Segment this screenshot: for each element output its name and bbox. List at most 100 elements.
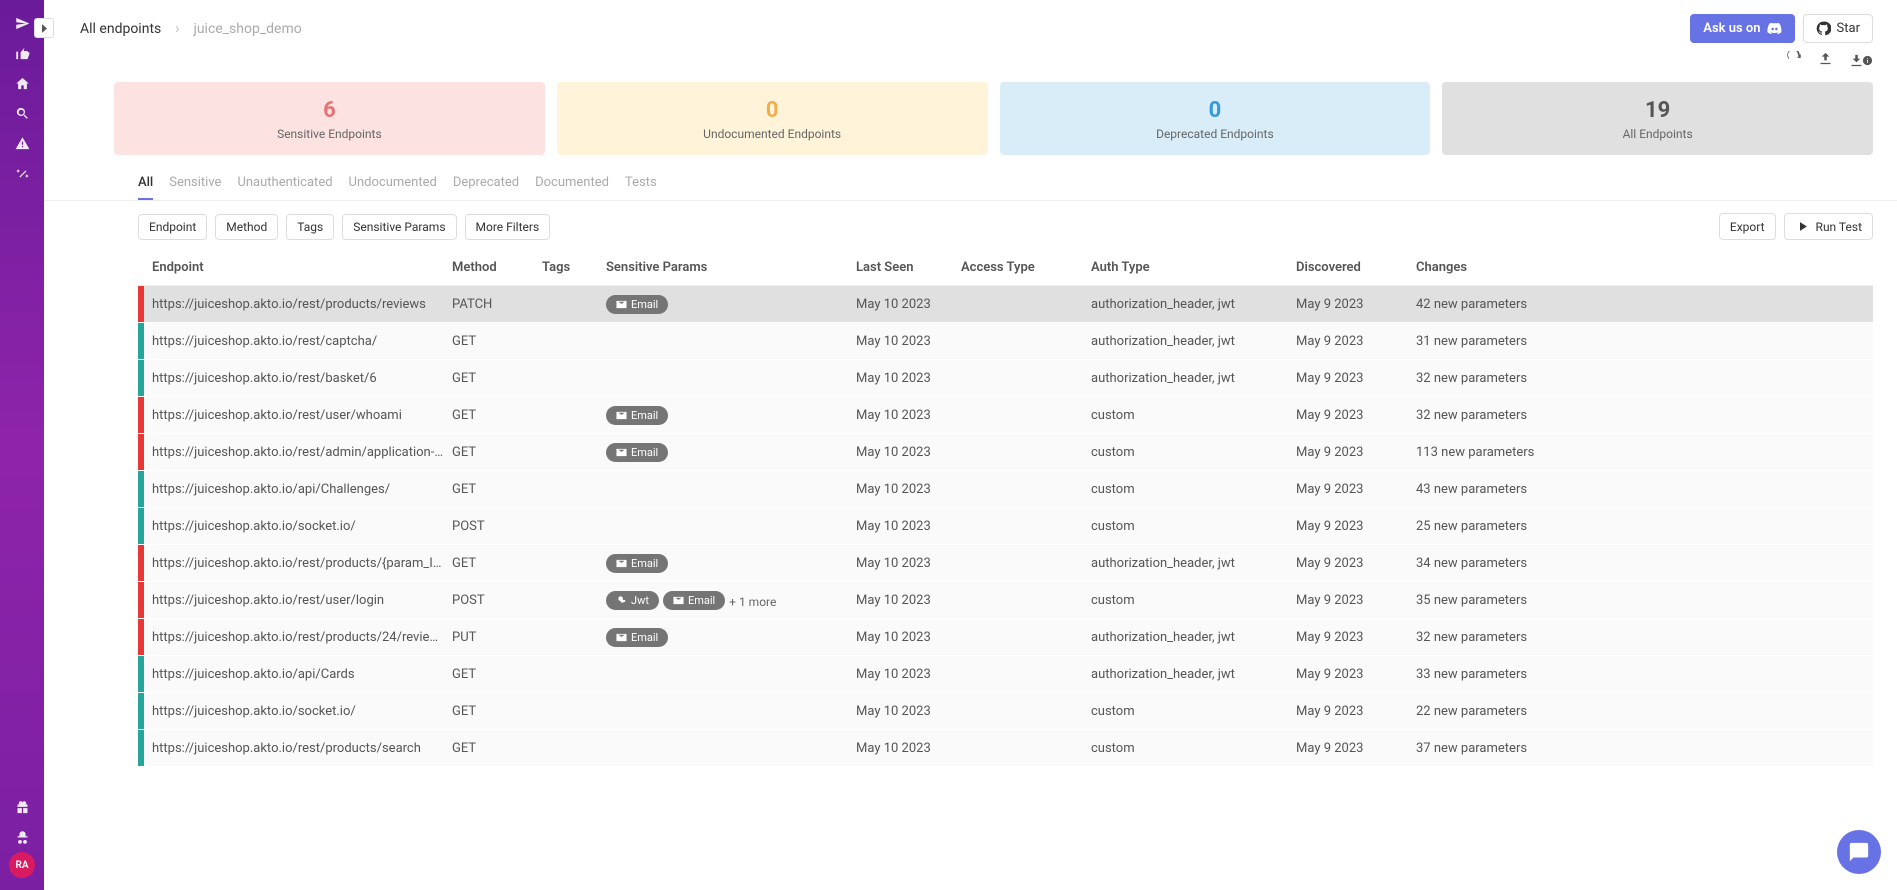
chat-fab[interactable] bbox=[1837, 830, 1881, 874]
nav-quickstart-icon[interactable] bbox=[0, 8, 44, 38]
table-row[interactable]: https://juiceshop.akto.io/rest/captcha/G… bbox=[138, 323, 1873, 360]
sensitive-chip: Email bbox=[606, 628, 668, 647]
col-sensitive-params[interactable]: Sensitive Params bbox=[606, 260, 856, 275]
cell-authtype: custom bbox=[1091, 704, 1296, 719]
cell-endpoint: https://juiceshop.akto.io/socket.io/ bbox=[152, 704, 452, 719]
card-label: Deprecated Endpoints bbox=[1010, 127, 1421, 141]
cell-method: GET bbox=[452, 556, 542, 571]
nav-gift-icon[interactable] bbox=[0, 792, 44, 822]
run-test-button[interactable]: Run Test bbox=[1784, 213, 1873, 240]
ask-us-button[interactable]: Ask us on bbox=[1690, 14, 1794, 43]
cell-authtype: authorization_header, jwt bbox=[1091, 334, 1296, 349]
cell-endpoint: https://juiceshop.akto.io/api/Cards bbox=[152, 667, 452, 682]
tab-undocumented[interactable]: Undocumented bbox=[349, 169, 437, 200]
nav-incognito-icon[interactable] bbox=[0, 822, 44, 852]
table-row[interactable]: https://juiceshop.akto.io/rest/admin/app… bbox=[138, 434, 1873, 471]
sensitive-chip: Email bbox=[606, 295, 668, 314]
cell-changes: 43 new parameters bbox=[1416, 482, 1873, 497]
col-auth-type[interactable]: Auth Type bbox=[1091, 260, 1296, 275]
play-icon bbox=[1795, 219, 1810, 234]
table-row[interactable]: https://juiceshop.akto.io/rest/basket/6G… bbox=[138, 360, 1873, 397]
cell-discovered: May 9 2023 bbox=[1296, 556, 1416, 571]
summary-card[interactable]: 0Undocumented Endpoints bbox=[557, 82, 988, 155]
cell-changes: 34 new parameters bbox=[1416, 556, 1873, 571]
cell-changes: 32 new parameters bbox=[1416, 408, 1873, 423]
cell-changes: 37 new parameters bbox=[1416, 741, 1873, 756]
export-button[interactable]: Export bbox=[1719, 213, 1776, 240]
table-row[interactable]: https://juiceshop.akto.io/rest/products/… bbox=[138, 286, 1873, 323]
filter-method[interactable]: Method bbox=[215, 214, 278, 240]
col-tags[interactable]: Tags bbox=[542, 260, 606, 275]
filter-endpoint[interactable]: Endpoint bbox=[138, 214, 207, 240]
cell-endpoint: https://juiceshop.akto.io/rest/captcha/ bbox=[152, 334, 452, 349]
refresh-icon[interactable] bbox=[1787, 51, 1802, 70]
cell-endpoint: https://juiceshop.akto.io/rest/products/… bbox=[152, 741, 452, 756]
cell-sensitive: Email bbox=[606, 406, 856, 425]
table-row[interactable]: https://juiceshop.akto.io/socket.io/GETM… bbox=[138, 693, 1873, 730]
table-row[interactable]: https://juiceshop.akto.io/socket.io/POST… bbox=[138, 508, 1873, 545]
chat-icon bbox=[1848, 841, 1870, 863]
col-method[interactable]: Method bbox=[452, 260, 542, 275]
sensitive-chip: Email bbox=[606, 554, 668, 573]
cell-endpoint: https://juiceshop.akto.io/rest/products/… bbox=[152, 297, 452, 312]
cell-authtype: custom bbox=[1091, 445, 1296, 460]
col-changes[interactable]: Changes bbox=[1416, 260, 1873, 275]
col-last-seen[interactable]: Last Seen bbox=[856, 260, 961, 275]
table-row[interactable]: https://juiceshop.akto.io/rest/user/whoa… bbox=[138, 397, 1873, 434]
cell-lastseen: May 10 2023 bbox=[856, 519, 961, 534]
upload-icon[interactable] bbox=[1818, 51, 1833, 70]
summary-card[interactable]: 6Sensitive Endpoints bbox=[114, 82, 545, 155]
cell-endpoint: https://juiceshop.akto.io/socket.io/ bbox=[152, 519, 452, 534]
cell-endpoint: https://juiceshop.akto.io/rest/basket/6 bbox=[152, 371, 452, 386]
table-row[interactable]: https://juiceshop.akto.io/api/Challenges… bbox=[138, 471, 1873, 508]
download-info-icon[interactable] bbox=[1849, 51, 1873, 70]
cell-discovered: May 9 2023 bbox=[1296, 445, 1416, 460]
tab-deprecated[interactable]: Deprecated bbox=[453, 169, 519, 200]
nav-home-icon[interactable] bbox=[0, 68, 44, 98]
tab-documented[interactable]: Documented bbox=[535, 169, 609, 200]
cell-method: GET bbox=[452, 334, 542, 349]
filter-sensitive-params[interactable]: Sensitive Params bbox=[342, 214, 456, 240]
col-access-type[interactable]: Access Type bbox=[961, 260, 1091, 275]
nav-thumbsup-icon[interactable] bbox=[0, 38, 44, 68]
cell-lastseen: May 10 2023 bbox=[856, 445, 961, 460]
cell-endpoint: https://juiceshop.akto.io/api/Challenges… bbox=[152, 482, 452, 497]
cell-lastseen: May 10 2023 bbox=[856, 297, 961, 312]
cell-changes: 35 new parameters bbox=[1416, 593, 1873, 608]
cell-authtype: authorization_header, jwt bbox=[1091, 556, 1296, 571]
cell-method: POST bbox=[452, 519, 542, 534]
summary-card[interactable]: 0Deprecated Endpoints bbox=[1000, 82, 1431, 155]
cell-lastseen: May 10 2023 bbox=[856, 704, 961, 719]
nav-search-icon[interactable] bbox=[0, 98, 44, 128]
table-row[interactable]: https://juiceshop.akto.io/api/CardsGETMa… bbox=[138, 656, 1873, 693]
nav-magic-icon[interactable] bbox=[0, 158, 44, 188]
tab-unauthenticated[interactable]: Unauthenticated bbox=[237, 169, 332, 200]
tab-all[interactable]: All bbox=[138, 169, 153, 200]
tab-sensitive[interactable]: Sensitive bbox=[169, 169, 221, 200]
col-endpoint[interactable]: Endpoint bbox=[152, 260, 452, 275]
cell-lastseen: May 10 2023 bbox=[856, 556, 961, 571]
filter-more-filters[interactable]: More Filters bbox=[465, 214, 551, 240]
cell-endpoint: https://juiceshop.akto.io/rest/user/whoa… bbox=[152, 408, 452, 423]
cell-discovered: May 9 2023 bbox=[1296, 519, 1416, 534]
star-button[interactable]: Star bbox=[1803, 14, 1873, 43]
user-avatar[interactable]: RA bbox=[9, 852, 35, 878]
breadcrumb-root[interactable]: All endpoints bbox=[80, 21, 161, 37]
nav-alert-icon[interactable] bbox=[0, 128, 44, 158]
cell-endpoint: https://juiceshop.akto.io/rest/user/logi… bbox=[152, 593, 452, 608]
cell-method: GET bbox=[452, 482, 542, 497]
filter-tags[interactable]: Tags bbox=[286, 214, 334, 240]
cell-changes: 22 new parameters bbox=[1416, 704, 1873, 719]
table-row[interactable]: https://juiceshop.akto.io/rest/user/logi… bbox=[138, 582, 1873, 619]
table-row[interactable]: https://juiceshop.akto.io/rest/products/… bbox=[138, 730, 1873, 767]
col-discovered[interactable]: Discovered bbox=[1296, 260, 1416, 275]
table-row[interactable]: https://juiceshop.akto.io/rest/products/… bbox=[138, 545, 1873, 582]
cell-endpoint: https://juiceshop.akto.io/rest/admin/app… bbox=[152, 445, 452, 460]
cell-authtype: authorization_header, jwt bbox=[1091, 630, 1296, 645]
summary-card[interactable]: 19All Endpoints bbox=[1442, 82, 1873, 155]
table-header: Endpoint Method Tags Sensitive Params La… bbox=[138, 250, 1873, 286]
chevron-right-icon: › bbox=[175, 21, 179, 37]
discord-icon bbox=[1767, 21, 1782, 36]
tab-tests[interactable]: Tests bbox=[625, 169, 657, 200]
table-row[interactable]: https://juiceshop.akto.io/rest/products/… bbox=[138, 619, 1873, 656]
